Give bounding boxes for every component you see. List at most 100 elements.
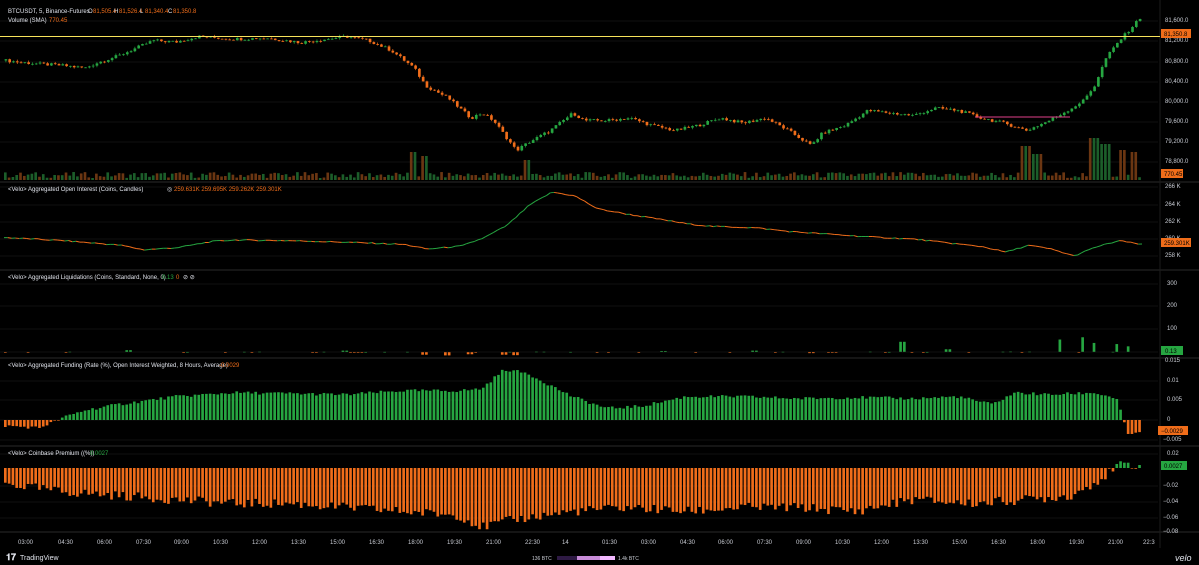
volume-bar <box>546 175 550 180</box>
premium-bar <box>781 468 785 504</box>
candle-body <box>1119 39 1123 43</box>
funding-bar <box>565 392 569 420</box>
volume-bar <box>186 175 189 180</box>
premium-bar <box>318 468 322 510</box>
premium-bar <box>201 468 204 498</box>
premium-bar <box>1123 462 1126 468</box>
funding-bar <box>117 403 121 420</box>
funding-title[interactable]: <Velo> Aggregated Funding (Rate (%), Ope… <box>8 363 228 369</box>
volume-bar <box>580 177 584 180</box>
premium-bar <box>1100 468 1103 480</box>
premium-bar <box>1104 468 1107 480</box>
premium-bar <box>664 468 667 507</box>
candle-body <box>61 64 65 66</box>
premium-bar <box>853 468 857 515</box>
volume-bar <box>447 172 451 180</box>
volume-bar <box>485 172 489 180</box>
premium-bar <box>652 468 656 506</box>
time-tick-label: 22:3 <box>1143 540 1155 546</box>
candle-body <box>459 106 463 109</box>
chart-svg[interactable]: BTCUSDT, 5, Binance-Futures O 81,505.4 H… <box>0 0 1199 565</box>
candle-body <box>1112 47 1115 52</box>
volume-bar <box>83 172 87 180</box>
funding-bar <box>1001 399 1005 420</box>
candle-body <box>865 110 869 114</box>
volume-legend-label[interactable]: Volume (SMA) <box>8 18 47 24</box>
symbol-title[interactable]: BTCUSDT, 5, Binance-Futures <box>8 9 90 15</box>
time-tick-label: 03:00 <box>18 540 34 546</box>
oi-segment <box>440 246 445 249</box>
volume-bar <box>918 176 921 180</box>
candle-body <box>327 38 330 40</box>
oi-segment <box>443 246 448 249</box>
volume-bar <box>990 172 993 180</box>
candle-body <box>497 122 501 127</box>
volume-bar <box>1043 172 1047 180</box>
premium-bar <box>956 468 959 501</box>
oi-tick: 264 K <box>1165 202 1181 208</box>
premium-bar <box>975 468 978 507</box>
oi-segment <box>94 242 99 244</box>
premium-bar <box>1013 468 1016 505</box>
funding-bar <box>542 383 546 420</box>
funding-bar <box>1130 420 1134 434</box>
candle-body <box>103 61 106 63</box>
funding-bar <box>535 378 538 420</box>
volume-bar <box>1119 150 1122 180</box>
candle-body <box>15 61 19 63</box>
premium-bar <box>148 468 151 500</box>
volume-bar <box>891 172 895 180</box>
premium-bar <box>705 468 709 510</box>
liq-hidden-icons[interactable]: ⊘ ⊘ <box>183 275 195 281</box>
volume-bar <box>648 176 652 180</box>
volume-bar <box>1073 176 1077 180</box>
funding-bar <box>280 392 284 420</box>
premium-bar <box>861 468 864 515</box>
funding-bar <box>163 399 166 420</box>
funding-bar <box>1123 420 1126 423</box>
premium-bar <box>53 468 56 487</box>
candle-body <box>361 37 364 39</box>
premium-bar <box>129 468 132 501</box>
candle-body <box>971 112 975 115</box>
funding-bar <box>626 405 629 420</box>
premium-bar <box>41 468 45 486</box>
tradingview-brand[interactable]: TradingView <box>20 555 59 562</box>
oi-segment <box>830 233 835 236</box>
premium-bar <box>758 468 762 510</box>
premium-bar <box>857 468 861 510</box>
funding-bar <box>261 393 265 420</box>
premium-bar <box>110 468 113 500</box>
time-tick-label: 04:30 <box>58 540 74 546</box>
volume-bar <box>489 175 493 180</box>
premium-bar <box>675 468 679 512</box>
volume-bar <box>409 152 413 180</box>
candle-body <box>785 128 789 130</box>
oi-tick: 258 K <box>1165 253 1181 259</box>
volume-bar <box>804 175 808 180</box>
volume-bar <box>785 175 789 180</box>
liq-bar <box>470 352 474 355</box>
volume-bar <box>201 173 204 180</box>
oi-title[interactable]: <Velo> Aggregated Open Interest (Coins, … <box>8 187 143 193</box>
funding-bar <box>952 396 955 420</box>
premium-bar <box>269 468 273 508</box>
time-tick-label: 13:30 <box>291 540 307 546</box>
volume-bar <box>876 175 880 180</box>
premium-bar <box>986 468 990 505</box>
funding-bar <box>421 389 424 420</box>
volume-bar <box>292 175 295 180</box>
volume-bar <box>254 173 258 180</box>
volume-bar <box>1001 173 1005 180</box>
funding-bar <box>208 393 212 420</box>
liq-title[interactable]: <Velo> Aggregated Liquidations (Coins, S… <box>8 275 166 281</box>
oi-segment <box>956 243 960 245</box>
price-tick: 80,800.0 <box>1165 59 1189 65</box>
premium-title[interactable]: <Velo> Coinbase Premium ((%)) <box>8 451 94 457</box>
candle-body <box>808 141 812 144</box>
candle-body <box>421 76 425 82</box>
candle-body <box>349 37 353 39</box>
funding-bar <box>618 407 622 420</box>
volume-bar <box>853 176 857 180</box>
funding-bar <box>823 398 827 420</box>
